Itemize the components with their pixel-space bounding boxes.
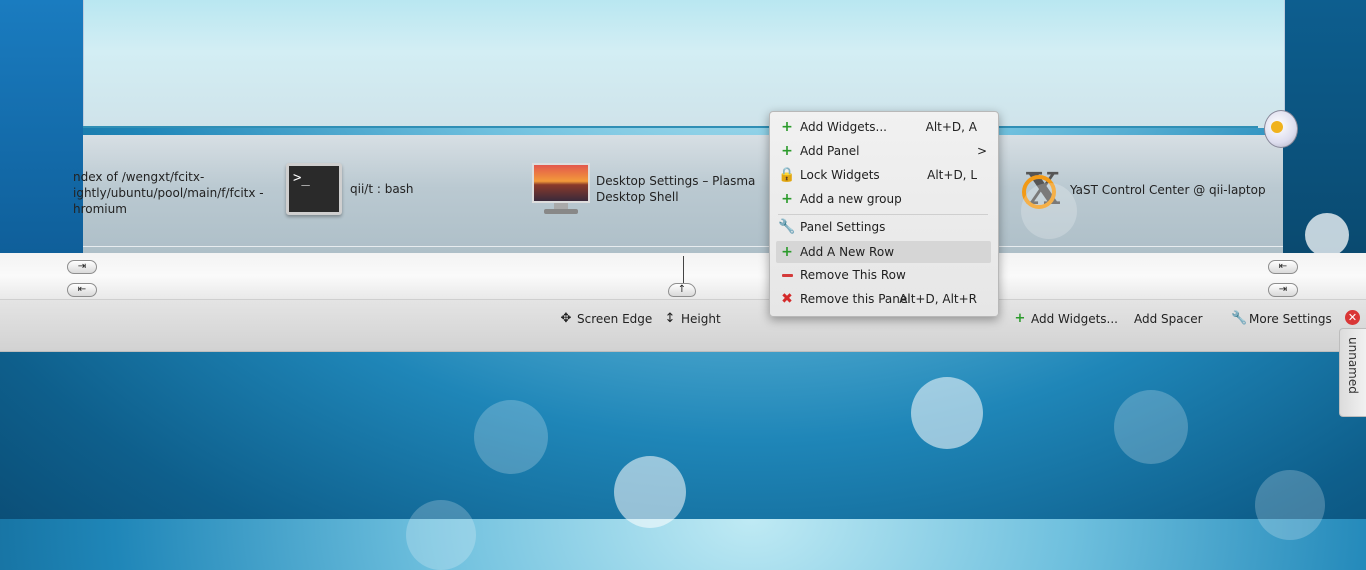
context-menu: + Add Widgets... Alt+D, A + Add Panel > …: [769, 111, 999, 317]
add-widgets-label: Add Widgets...: [1031, 312, 1118, 326]
add-spacer-button[interactable]: Add Spacer: [1134, 311, 1203, 327]
menu-item-label: Panel Settings: [800, 220, 886, 234]
menu-item-label: Lock Widgets: [800, 168, 880, 182]
resize-vertical-icon: ↕: [664, 311, 676, 326]
task-label-line: ightly/ubuntu/pool/main/f/fcitx -: [73, 186, 264, 200]
task-desktop-settings[interactable]: Desktop Settings – Plasma Desktop Shell: [532, 163, 755, 215]
add-icon: +: [781, 119, 793, 135]
task-label: Desktop Settings – Plasma Desktop Shell: [596, 173, 755, 205]
delete-icon: ✖: [781, 291, 793, 307]
right-max-handle[interactable]: ⇤: [1268, 260, 1298, 274]
left-min-handle[interactable]: ⇤: [67, 283, 97, 297]
add-spacer-label: Add Spacer: [1134, 312, 1203, 326]
menu-item-label: Add Panel: [800, 144, 860, 158]
chevron-right-icon: >: [976, 144, 987, 158]
bokeh-decoration: [1305, 213, 1349, 257]
menu-item-add-panel[interactable]: + Add Panel >: [776, 140, 991, 162]
add-icon: +: [781, 244, 793, 260]
task-label: YaST Control Center @ qii-laptop: [1070, 183, 1266, 197]
add-widgets-button[interactable]: + Add Widgets...: [1013, 311, 1118, 327]
bokeh-decoration: [1255, 470, 1325, 540]
taskbar: ndex of /wengxt/fcitx- ightly/ubuntu/poo…: [73, 135, 1283, 253]
lock-icon: 🔒: [778, 167, 796, 183]
menu-item-label: Remove This Row: [800, 268, 906, 282]
desktop-left-strip: [0, 0, 83, 253]
desktop-settings-icon: [532, 163, 590, 215]
terminal-icon: >_: [286, 163, 342, 215]
menu-item-label: Add Widgets...: [800, 120, 887, 134]
add-icon: +: [781, 191, 793, 207]
menu-item-add-new-row[interactable]: + Add A New Row: [776, 241, 991, 263]
menu-item-add-group[interactable]: + Add a new group: [776, 188, 991, 210]
left-offset-handle[interactable]: ⇥: [67, 260, 97, 274]
menu-item-shortcut: Alt+D, A: [925, 120, 977, 134]
screen-edge-label: Screen Edge: [577, 312, 653, 326]
menu-item-label: Remove this Panel: [800, 292, 911, 306]
height-indicator-line: [683, 256, 684, 284]
task-terminal[interactable]: >_ qii/t : bash: [286, 163, 414, 215]
remove-icon: [778, 267, 796, 283]
task-label-line: Desktop Shell: [596, 190, 679, 204]
add-icon: +: [1014, 311, 1026, 326]
menu-item-shortcut: Alt+D, L: [927, 168, 977, 182]
task-chromium[interactable]: ndex of /wengxt/fcitx- ightly/ubuntu/poo…: [73, 169, 273, 217]
task-label: qii/t : bash: [350, 182, 414, 196]
menu-item-remove-row[interactable]: Remove This Row: [776, 264, 991, 286]
desktop-area: [83, 0, 1285, 128]
panel-top-edge: [83, 126, 1258, 128]
task-label-line: ndex of /wengxt/fcitx-: [73, 170, 205, 184]
bokeh-decoration: [1114, 390, 1188, 464]
menu-item-shortcut: Alt+D, Alt+R: [899, 292, 977, 306]
task-label: ndex of /wengxt/fcitx- ightly/ubuntu/poo…: [73, 169, 264, 217]
menu-item-label: Add A New Row: [800, 245, 895, 259]
bokeh-decoration: [406, 500, 476, 570]
menu-item-remove-panel[interactable]: ✖ Remove this Panel Alt+D, Alt+R: [776, 288, 991, 310]
bokeh-decoration: [911, 377, 983, 449]
height-button[interactable]: ↕ Height: [663, 311, 721, 327]
wrench-icon: 🔧: [778, 219, 796, 235]
panel-name-label: unnamed: [1346, 337, 1360, 394]
menu-item-lock-widgets[interactable]: 🔒 Lock Widgets Alt+D, L: [776, 164, 991, 186]
menu-item-label: Add a new group: [800, 192, 902, 206]
task-label-line: Desktop Settings – Plasma: [596, 174, 756, 188]
wrench-icon: 🔧: [1231, 311, 1248, 326]
add-icon: +: [781, 143, 793, 159]
bokeh-decoration: [1021, 183, 1077, 239]
menu-separator: [778, 214, 988, 215]
menu-item-add-widgets[interactable]: + Add Widgets... Alt+D, A: [776, 116, 991, 138]
close-icon[interactable]: ✕: [1345, 310, 1360, 325]
bokeh-decoration: [474, 400, 548, 474]
bokeh-decoration: [614, 456, 686, 528]
more-settings-label: More Settings: [1249, 312, 1332, 326]
panel-toolbox-button[interactable]: [1264, 110, 1298, 148]
height-label: Height: [681, 312, 721, 326]
panel-name-tab[interactable]: unnamed: [1339, 328, 1366, 417]
screen-edge-button[interactable]: ✥ Screen Edge: [559, 311, 653, 327]
move-icon: ✥: [560, 311, 572, 326]
task-label-line: hromium: [73, 202, 127, 216]
more-settings-button[interactable]: 🔧 More Settings: [1231, 311, 1332, 327]
height-handle[interactable]: ↑: [668, 283, 696, 297]
right-offset-handle[interactable]: ⇥: [1268, 283, 1298, 297]
menu-item-panel-settings[interactable]: 🔧 Panel Settings: [776, 216, 991, 238]
